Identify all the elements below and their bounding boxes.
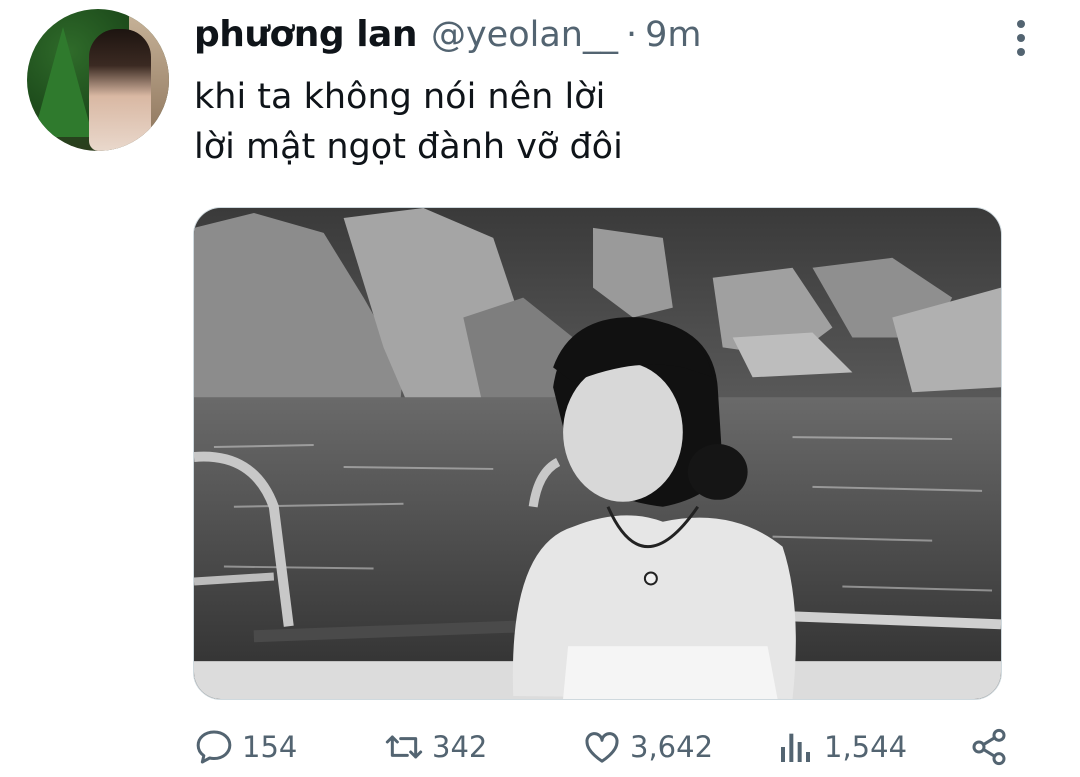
like-button[interactable]: 3,642 bbox=[582, 722, 713, 772]
more-dot bbox=[1017, 34, 1025, 42]
analytics-icon bbox=[781, 733, 810, 762]
views-count: 1,544 bbox=[824, 730, 908, 764]
photo-image bbox=[194, 208, 1001, 699]
views-button[interactable]: 1,544 bbox=[776, 722, 907, 772]
retweet-button[interactable]: 342 bbox=[384, 722, 487, 772]
tweet-text-line: khi ta không nói nên lời bbox=[194, 77, 606, 117]
like-count: 3,642 bbox=[630, 730, 714, 764]
christmas-tree-decoration bbox=[33, 27, 93, 137]
reply-button[interactable]: 154 bbox=[194, 722, 297, 772]
tweet-photo[interactable] bbox=[193, 207, 1002, 700]
share-icon bbox=[972, 728, 1006, 766]
tweet-actions: 154 342 3,642 1,544 bbox=[194, 722, 1024, 772]
more-dot bbox=[1017, 48, 1025, 56]
tweet-header: phương lan @yeolan__ · 9m bbox=[194, 14, 701, 64]
avatar-person bbox=[89, 29, 151, 151]
heart-icon bbox=[585, 732, 619, 763]
display-name[interactable]: phương lan bbox=[194, 14, 417, 55]
reply-icon bbox=[196, 730, 232, 764]
more-vertical-icon bbox=[1017, 20, 1025, 28]
user-handle[interactable]: @yeolan__ bbox=[431, 15, 618, 55]
timestamp[interactable]: 9m bbox=[645, 15, 701, 55]
more-options-button[interactable] bbox=[1006, 18, 1036, 58]
tweet-text: khi ta không nói nên lời lời mật ngọt đà… bbox=[194, 72, 623, 172]
separator-dot: · bbox=[625, 15, 638, 55]
reply-count: 154 bbox=[242, 730, 298, 764]
profile-avatar[interactable] bbox=[27, 9, 169, 151]
retweet-count: 342 bbox=[432, 730, 488, 764]
tweet-text-line: lời mật ngọt đành vỡ đôi bbox=[194, 127, 623, 167]
share-button[interactable] bbox=[969, 722, 1009, 772]
retweet-icon bbox=[385, 735, 423, 759]
